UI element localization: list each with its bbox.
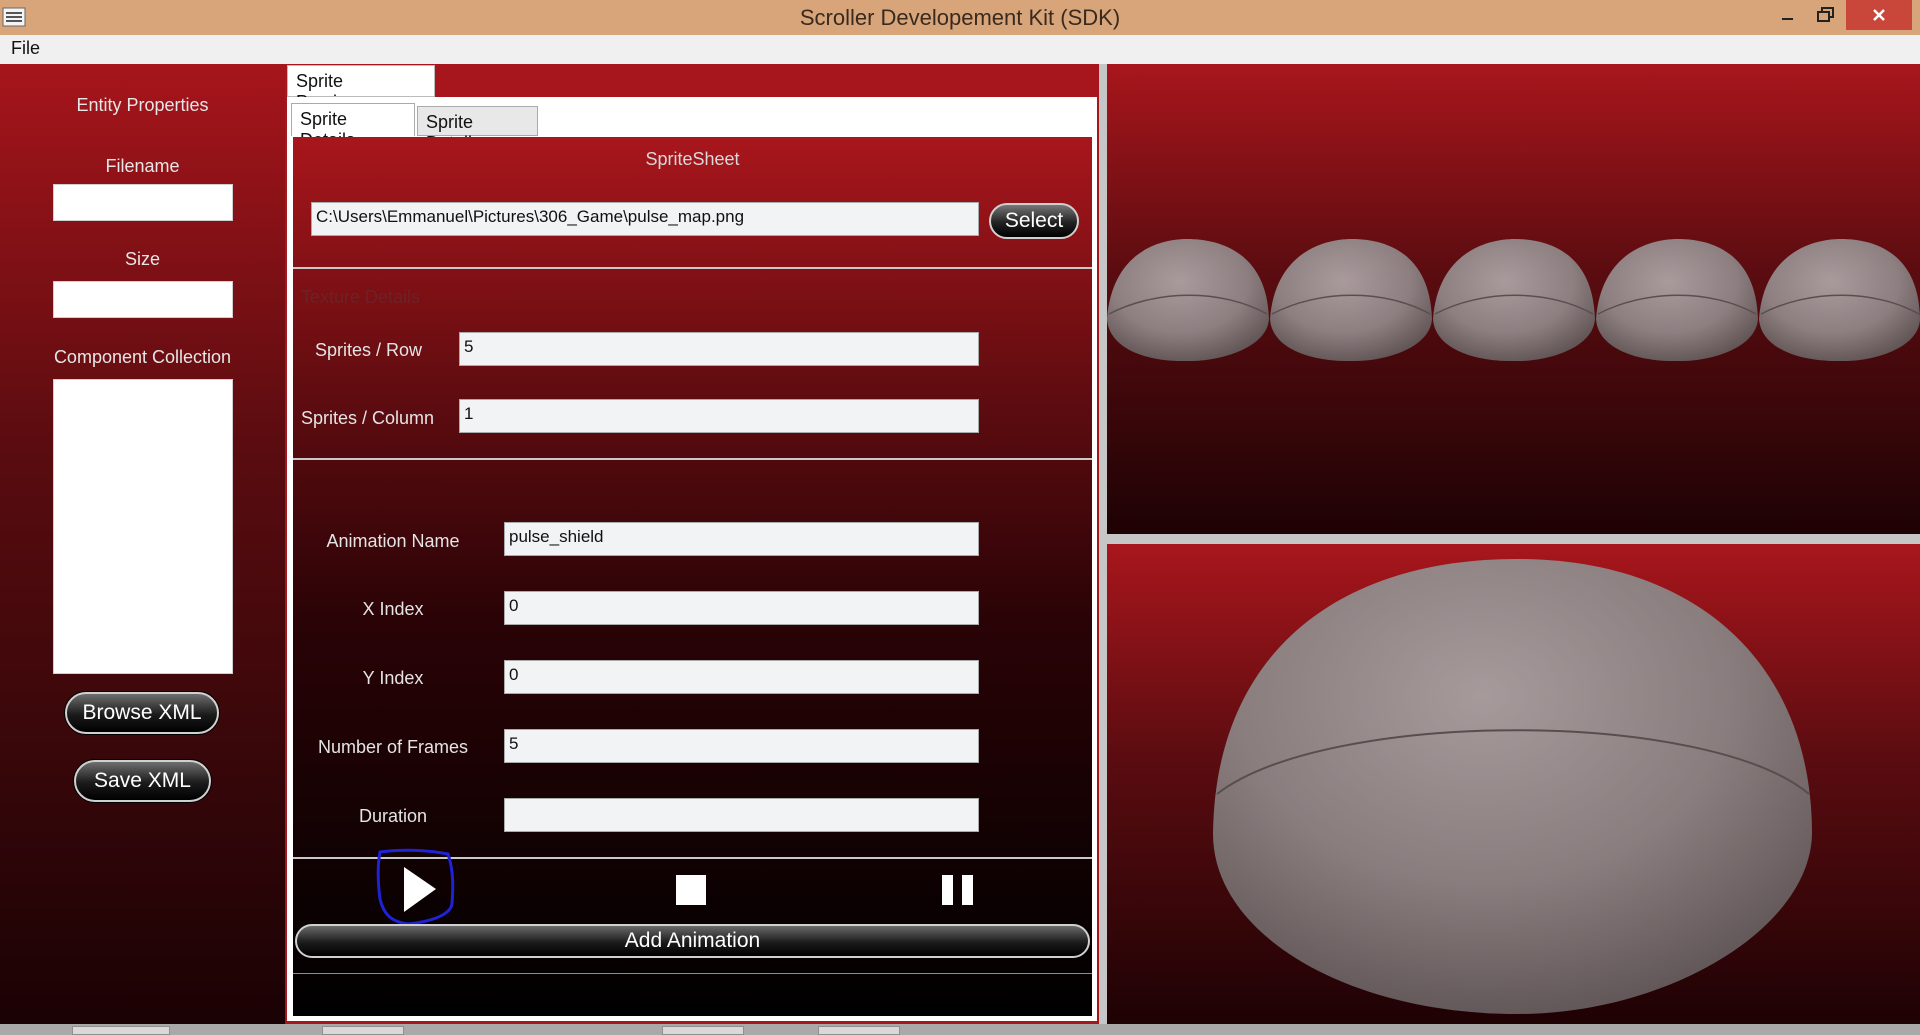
play-button[interactable] xyxy=(368,844,468,934)
pause-button[interactable] xyxy=(940,874,976,906)
taskbar-item[interactable] xyxy=(72,1026,170,1035)
menu-file[interactable]: File xyxy=(11,38,40,59)
number-of-frames-field[interactable]: 5 xyxy=(504,729,979,763)
sprite-frame xyxy=(1596,239,1758,362)
x-index-label: X Index xyxy=(362,599,424,619)
minimize-button[interactable] xyxy=(1770,0,1806,30)
save-xml-button[interactable]: Save XML xyxy=(74,760,211,802)
entity-properties-heading: Entity Properties xyxy=(76,95,209,115)
section-divider xyxy=(293,458,1092,460)
filename-label: Filename xyxy=(105,156,180,176)
taskbar-item[interactable] xyxy=(662,1026,744,1035)
filename-field[interactable] xyxy=(53,184,233,221)
sprite-frame xyxy=(1433,239,1595,362)
animation-preview xyxy=(1107,544,1920,1024)
number-of-frames-label: Number of Frames xyxy=(317,737,469,757)
taskbar-item[interactable] xyxy=(818,1026,900,1035)
animation-details-heading: Animation Details xyxy=(301,477,442,497)
animation-frame-image xyxy=(1213,559,1812,1014)
close-icon xyxy=(1873,9,1885,21)
sprite-frame xyxy=(1759,239,1920,362)
entity-properties-panel: Entity Properties Filename Size Componen… xyxy=(0,64,285,1024)
sprites-per-column-label: Sprites / Column xyxy=(301,408,435,428)
animation-name-field[interactable]: pulse_shield xyxy=(504,522,979,556)
size-field[interactable] xyxy=(53,281,233,318)
component-collection-list[interactable] xyxy=(53,379,233,674)
component-collection-label: Component Collection xyxy=(53,347,232,367)
spritesheet-path-field[interactable]: C:\Users\Emmanuel\Pictures\306_Game\puls… xyxy=(311,202,979,236)
spritesheet-heading: SpriteSheet xyxy=(645,149,740,169)
sprite-details-content: SpriteSheet C:\Users\Emmanuel\Pictures\3… xyxy=(293,137,1092,1016)
minimize-icon xyxy=(1782,18,1793,20)
section-divider xyxy=(293,267,1092,269)
title-bar: Scroller Developement Kit (SDK) xyxy=(0,0,1920,35)
sprites-per-row-label: Sprites / Row xyxy=(315,340,423,360)
sprite-frame xyxy=(1270,239,1432,362)
tab-sprite-previewer[interactable]: Sprite Previewer xyxy=(287,65,435,112)
select-button[interactable]: Select xyxy=(989,203,1079,239)
restore-icon xyxy=(1817,7,1834,22)
duration-field[interactable] xyxy=(504,798,979,832)
sprite-frame xyxy=(1107,239,1269,362)
y-index-field[interactable]: 0 xyxy=(504,660,979,694)
size-label: Size xyxy=(124,249,160,269)
close-button[interactable] xyxy=(1846,0,1912,30)
bottom-divider xyxy=(293,973,1092,974)
stop-button[interactable] xyxy=(675,874,707,906)
browse-xml-button[interactable]: Browse XML xyxy=(65,692,219,734)
y-index-label: Y Index xyxy=(362,668,424,688)
play-icon xyxy=(404,867,436,912)
sprites-per-column-field[interactable]: 1 xyxy=(459,399,979,433)
spritesheet-preview xyxy=(1107,64,1920,534)
menu-bar: File xyxy=(0,35,1920,64)
window-title: Scroller Developement Kit (SDK) xyxy=(799,5,1121,30)
taskbar-item[interactable] xyxy=(322,1026,404,1035)
restore-button[interactable] xyxy=(1808,0,1844,30)
taskbar xyxy=(0,1024,1920,1035)
duration-label: Duration xyxy=(358,806,428,826)
add-animation-button[interactable]: Add Animation xyxy=(295,924,1090,958)
stop-icon xyxy=(676,875,706,905)
pause-icon xyxy=(942,875,973,905)
animation-name-label: Animation Name xyxy=(326,531,460,551)
sprites-per-row-field[interactable]: 5 xyxy=(459,332,979,366)
tab-sprite-details-2[interactable]: Sprite Details xyxy=(417,106,538,153)
tab-sprite-details-1[interactable]: Sprite Details xyxy=(291,103,415,150)
x-index-field[interactable]: 0 xyxy=(504,591,979,625)
texture-details-heading: Texture Details xyxy=(301,287,421,307)
spritesheet-image xyxy=(1107,239,1920,362)
